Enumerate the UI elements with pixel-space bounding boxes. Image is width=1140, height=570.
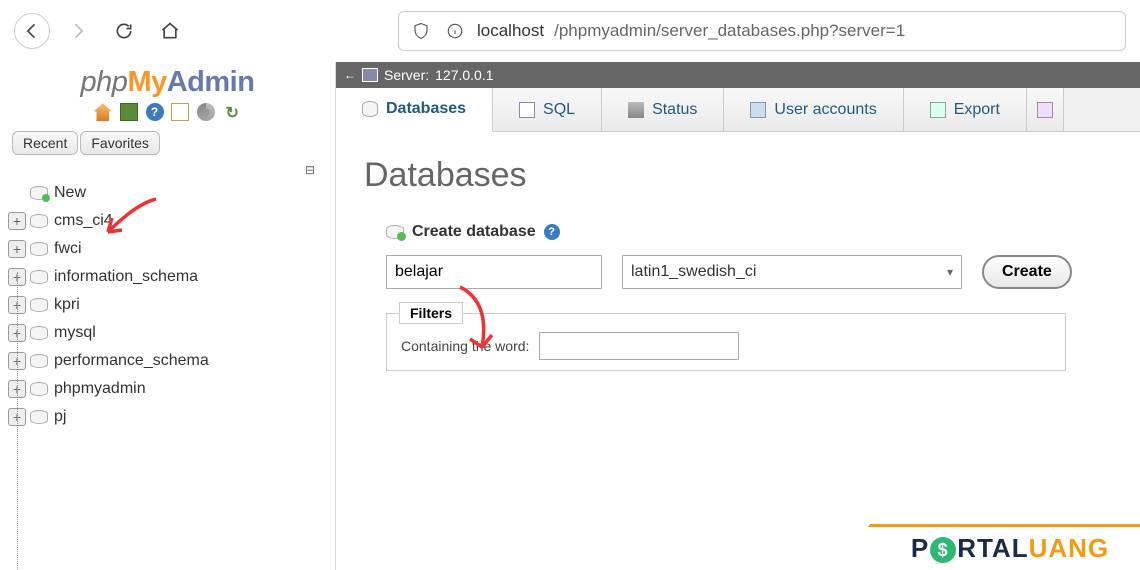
back-button[interactable] (14, 13, 50, 49)
tree-db-item[interactable]: +cms_ci4 (8, 207, 327, 235)
phpmyadmin-logo: phpMyAdmin (8, 62, 327, 101)
tree-db-item[interactable]: +fwci (8, 235, 327, 263)
database-icon (30, 354, 48, 368)
database-icon (30, 270, 48, 284)
page-title: Databases (364, 156, 1112, 195)
tree-new-label: New (54, 184, 86, 202)
tree-db-item[interactable]: +information_schema (8, 263, 327, 291)
database-icon (30, 382, 48, 396)
database-icon (30, 242, 48, 256)
logout-icon[interactable] (120, 103, 138, 121)
url-host: localhost (477, 21, 544, 41)
users-icon (750, 102, 766, 118)
expand-icon[interactable]: + (8, 212, 26, 230)
database-add-icon (386, 225, 404, 239)
shield-icon (409, 19, 433, 43)
help-icon[interactable]: ? (544, 224, 560, 240)
tab-sql[interactable]: SQL (493, 88, 602, 131)
export-icon (930, 102, 946, 118)
breadcrumb-server-value[interactable]: 127.0.0.1 (435, 67, 493, 83)
watermark: P$RTALUANG (840, 524, 1140, 570)
favorites-button[interactable]: Favorites (80, 131, 160, 155)
database-icon (362, 101, 378, 117)
database-add-icon (30, 186, 48, 200)
address-bar[interactable]: localhost/phpmyadmin/server_databases.ph… (398, 11, 1126, 51)
tab-user-accounts[interactable]: User accounts (724, 88, 903, 131)
tree-db-item[interactable]: +pj (8, 403, 327, 431)
tabs: Databases SQL Status User accounts Expor… (336, 88, 1140, 132)
recent-button[interactable]: Recent (12, 131, 78, 155)
reload-button[interactable] (106, 13, 142, 49)
forward-button[interactable] (60, 13, 96, 49)
database-tree: + New +cms_ci4 +fwci +information_schema… (8, 177, 327, 433)
tab-more[interactable] (1027, 88, 1064, 131)
filters-legend: Filters (399, 302, 463, 324)
containing-input[interactable] (539, 332, 739, 360)
import-icon (1037, 102, 1053, 118)
server-icon (362, 68, 378, 82)
breadcrumb: ← Server: 127.0.0.1 (336, 62, 1140, 88)
database-icon (30, 326, 48, 340)
help-icon[interactable]: ? (146, 103, 164, 121)
url-path: /phpmyadmin/server_databases.php?server=… (554, 21, 905, 41)
sidebar: phpMyAdmin ? ↻ Recent Favorites ⊟ + New … (0, 62, 336, 570)
docs-icon[interactable] (171, 103, 189, 121)
info-icon[interactable] (443, 19, 467, 43)
collation-select[interactable]: latin1_swedish_ci ▾ (622, 255, 962, 289)
tab-databases[interactable]: Databases (336, 88, 493, 132)
reload-tree-icon[interactable]: ↻ (223, 103, 241, 121)
tree-db-item[interactable]: +kpri (8, 291, 327, 319)
collation-value: latin1_swedish_ci (631, 263, 756, 281)
tab-status[interactable]: Status (602, 88, 724, 131)
sidebar-toolbar: ? ↻ (8, 101, 327, 129)
home-icon[interactable] (94, 103, 112, 121)
tree-db-item[interactable]: +mysql (8, 319, 327, 347)
database-icon (30, 298, 48, 312)
chevron-down-icon: ▾ (947, 265, 953, 279)
breadcrumb-server-label: Server: (384, 67, 429, 83)
breadcrumb-back-icon[interactable]: ← (344, 68, 356, 82)
settings-icon[interactable] (197, 103, 215, 121)
filters-fieldset: Filters Containing the word: (386, 313, 1066, 371)
tree-new-database[interactable]: + New (8, 179, 327, 207)
main-panel: ← Server: 127.0.0.1 Databases SQL Status… (336, 62, 1140, 570)
containing-label: Containing the word: (401, 338, 529, 354)
tree-db-item[interactable]: +performance_schema (8, 347, 327, 375)
home-button[interactable] (152, 13, 188, 49)
tree-db-item[interactable]: +phpmyadmin (8, 375, 327, 403)
tab-export[interactable]: Export (904, 88, 1027, 131)
dollar-icon: $ (930, 537, 956, 563)
status-icon (628, 102, 644, 118)
expand-icon[interactable]: + (8, 240, 26, 258)
database-icon (30, 214, 48, 228)
collapse-icon[interactable]: ⊟ (8, 157, 327, 177)
sql-icon (519, 102, 535, 118)
database-name-input[interactable] (386, 255, 602, 289)
create-database-label: Create database (412, 223, 536, 241)
create-button[interactable]: Create (982, 255, 1072, 289)
database-icon (30, 410, 48, 424)
browser-toolbar: localhost/phpmyadmin/server_databases.ph… (0, 0, 1140, 62)
